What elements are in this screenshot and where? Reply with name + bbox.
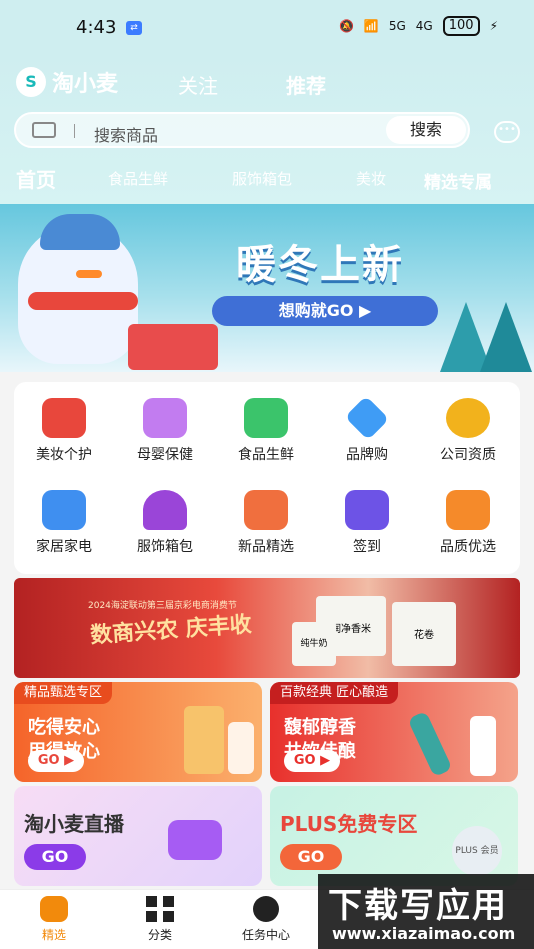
sofa-icon — [42, 490, 86, 530]
banner-cta-button[interactable]: 想购就GO ▶ — [212, 296, 438, 326]
app-logo: S 淘小麦 — [16, 66, 118, 98]
category-grid: 美妆个护 母婴保健 食品生鲜 品牌购 公司资质 家居家电 服饰箱包 新品精选 签… — [14, 382, 520, 574]
banner-title: 暖冬上新 — [236, 242, 404, 288]
lipstick-icon — [42, 398, 86, 438]
watermark-url: www.xiazaimao.com — [332, 924, 516, 943]
app-header: S 淘小麦 关注 推荐 搜索商品 搜索 ••• 首页 食品生鲜 服饰箱包 美妆 … — [0, 56, 534, 204]
charging-icon: ⚡ — [489, 19, 498, 33]
category-featured[interactable]: 精选专属 — [424, 168, 492, 193]
nav-task-center[interactable]: 任务中心 — [226, 896, 306, 943]
bottle-image — [228, 722, 254, 774]
grid-item-qualification[interactable]: 公司资质 — [418, 388, 518, 472]
gift-illustration — [128, 324, 218, 370]
grid-item-mother-baby[interactable]: 母婴保健 — [115, 388, 215, 472]
grid-item-new-arrivals[interactable]: 新品精选 — [216, 480, 316, 564]
gift-box-icon — [244, 490, 288, 530]
play-icon — [168, 820, 222, 860]
grid-item-quality[interactable]: 品质优选 — [418, 480, 518, 564]
category-tabs: 首页 食品生鲜 服饰箱包 美妆 精选专属 — [0, 164, 534, 196]
hero-banner[interactable]: 暖冬上新 想购就GO ▶ — [0, 204, 534, 372]
grid-item-home-appliance[interactable]: 家居家电 — [14, 480, 114, 564]
tab-follow[interactable]: 关注 — [178, 70, 218, 99]
card-selected[interactable]: 精品甄选专区 吃得安心 用得放心 GO ▶ — [14, 682, 262, 782]
snowman-illustration — [18, 214, 138, 364]
package-icon — [446, 490, 490, 530]
tab-recommend[interactable]: 推荐 — [286, 70, 326, 99]
calendar-star-icon — [345, 490, 389, 530]
baby-food-icon — [143, 398, 187, 438]
watermark: 下载写应用 www.xiazaimao.com — [318, 874, 534, 949]
battery-indicator: 100 — [442, 16, 480, 36]
wine-bottle-image — [407, 710, 453, 778]
grid-item-beauty[interactable]: 美妆个护 — [14, 388, 114, 472]
card-go-button[interactable]: GO ▶ — [28, 750, 84, 772]
promo-title: 数商兴农 庆丰收 — [89, 612, 253, 649]
category-beauty[interactable]: 美妆 — [356, 168, 386, 189]
message-icon[interactable]: ••• — [494, 121, 520, 143]
category-home[interactable]: 首页 — [16, 164, 56, 193]
grid-icon — [146, 896, 174, 922]
search-divider — [74, 124, 75, 138]
status-time: 4:43 — [76, 17, 117, 38]
diamond-icon — [344, 395, 390, 441]
wifi-icon: 📶 — [363, 19, 379, 33]
card-tag: 精品甄选专区 — [14, 682, 113, 704]
logo-text: 淘小麦 — [52, 72, 119, 97]
search-bar[interactable]: 搜索商品 搜索 — [14, 112, 470, 148]
category-food[interactable]: 食品生鲜 — [108, 168, 168, 189]
mute-icon: 🔕 — [338, 19, 354, 33]
grid-item-check-in[interactable]: 签到 — [317, 480, 417, 564]
card-wine[interactable]: 百款经典 匠心酿造 馥郁醇香 共饮佳酿 GO ▶ — [270, 682, 518, 782]
plus-title: PLUS免费专区 — [280, 812, 418, 836]
badge-icon — [446, 398, 490, 438]
plus-badge-icon: PLUS 会员 — [452, 826, 502, 876]
promo-banner[interactable]: 2024海淀联动第三届京彩电商消费节 数商兴农 庆丰收 润净香米 纯牛奶 花卷 — [14, 578, 520, 678]
dress-icon — [143, 490, 187, 530]
wine-bottle-image — [470, 716, 496, 776]
category-apparel[interactable]: 服饰箱包 — [232, 168, 292, 189]
card-live[interactable]: 淘小麦直播 GO — [14, 786, 262, 886]
live-title: 淘小麦直播 — [24, 812, 124, 836]
card-tag: 百款经典 匠心酿造 — [270, 682, 399, 704]
usb-icon: ⇄ — [126, 21, 142, 35]
product-milk: 纯牛奶 — [292, 622, 336, 666]
oil-bottle-image — [184, 706, 224, 774]
watermark-text: 下载写应用 — [328, 886, 508, 926]
grid-item-brand[interactable]: 品牌购 — [317, 388, 417, 472]
network-4g: 4G — [415, 19, 433, 33]
search-button[interactable]: 搜索 — [386, 116, 466, 144]
scan-icon[interactable] — [32, 122, 56, 138]
status-bar: 4:43 ⇄ 🔕 📶 5G 4G 100 ⚡ — [0, 0, 534, 56]
task-logo-icon — [253, 896, 279, 922]
nav-featured[interactable]: 精选 — [14, 896, 94, 943]
card-go-button[interactable]: GO ▶ — [284, 750, 340, 772]
product-roll: 花卷 — [392, 602, 456, 666]
status-icons: 🔕 📶 5G 4G 100 ⚡ — [339, 16, 498, 36]
network-5g: 5G — [388, 19, 406, 33]
plus-go-button[interactable]: GO — [280, 844, 342, 870]
tree-decoration — [480, 302, 532, 372]
grid-item-apparel[interactable]: 服饰箱包 — [115, 480, 215, 564]
search-input[interactable]: 搜索商品 — [94, 122, 158, 146]
grid-item-fresh-food[interactable]: 食品生鲜 — [216, 388, 316, 472]
home-icon — [40, 896, 68, 922]
logo-mark-icon: S — [16, 67, 46, 97]
card-plus[interactable]: PLUS免费专区 GO PLUS 会员 — [270, 786, 518, 886]
vegetable-basket-icon — [244, 398, 288, 438]
live-go-button[interactable]: GO — [24, 844, 86, 870]
nav-category[interactable]: 分类 — [120, 896, 200, 943]
